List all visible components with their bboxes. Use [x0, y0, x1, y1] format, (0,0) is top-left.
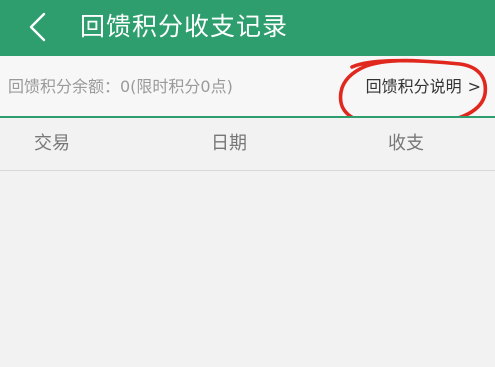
column-header-amount: 收支	[388, 133, 424, 154]
table-header: 交易 日期 收支	[0, 118, 495, 171]
records-list	[0, 171, 495, 367]
points-info-link[interactable]: 回馈积分说明 >	[366, 76, 481, 98]
balance-text: 回馈积分余额：0(限时积分0点)	[8, 77, 233, 96]
column-header-transaction: 交易	[34, 133, 70, 154]
chevron-left-icon	[29, 12, 46, 42]
chevron-right-icon: >	[467, 77, 481, 96]
column-header-date: 日期	[211, 133, 247, 154]
page-title: 回馈积分收支记录	[80, 12, 289, 41]
points-info-label: 回馈积分说明	[365, 77, 462, 96]
balance-bar: 回馈积分余额：0(限时积分0点) 回馈积分说明 >	[0, 56, 495, 117]
back-button[interactable]	[26, 12, 54, 42]
top-app-bar: 回馈积分收支记录	[0, 0, 495, 56]
